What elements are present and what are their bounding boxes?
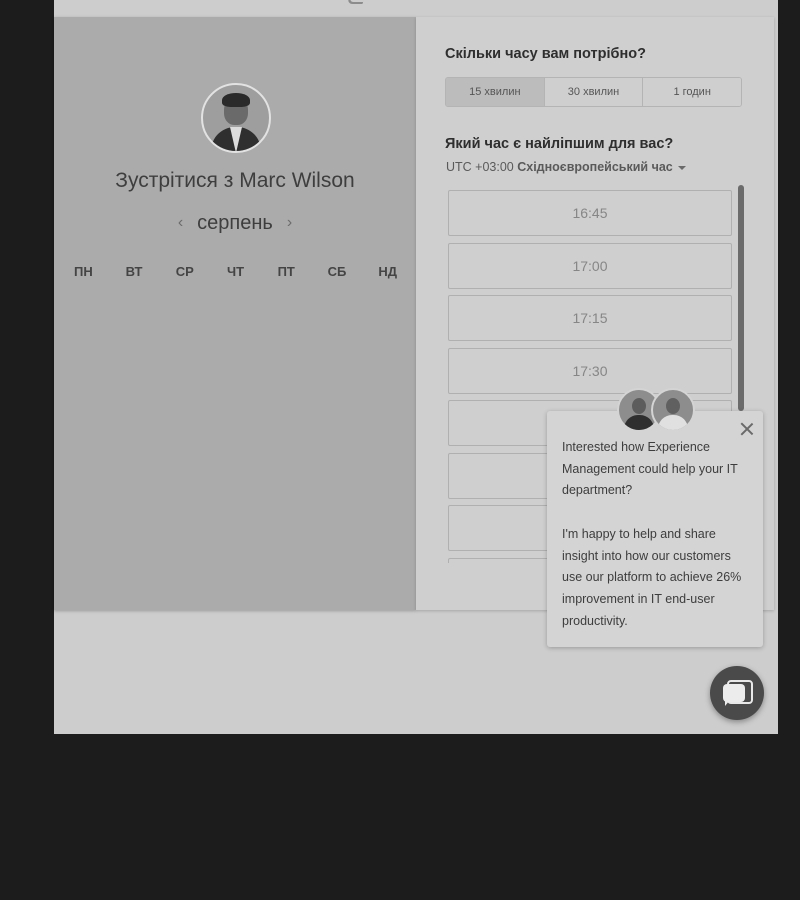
time-slot[interactable]: 17:00 (448, 243, 732, 289)
weekday-thu: ЧТ (226, 264, 245, 279)
chat-agent-avatars (617, 388, 697, 434)
weekday-fri: ПТ (277, 264, 295, 279)
time-question: Який час є найліпшим для вас? (445, 136, 674, 152)
timezone-offset: UTC +03:00 (446, 160, 514, 174)
host-panel: Зустрітися з Marc Wilson ‹ серпень › ПН … (54, 17, 416, 610)
chevron-left-icon[interactable]: ‹ (178, 214, 183, 232)
agent-avatar (651, 388, 695, 432)
duration-option-15[interactable]: 15 хвилин (446, 78, 545, 106)
chat-launcher-button[interactable] (710, 666, 764, 720)
meeting-title: Зустрітися з Marc Wilson (115, 169, 355, 192)
chat-message: Interested how Experience Management cou… (562, 437, 754, 632)
timezone-name: Східноєвропейський час (517, 160, 673, 174)
duration-option-30[interactable]: 30 хвилин (544, 78, 644, 106)
weekday-header: ПН ВТ СР ЧТ ПТ СБ НД (58, 264, 413, 279)
chat-popup: Interested how Experience Management cou… (547, 388, 763, 647)
month-navigation: ‹ серпень › (54, 210, 416, 236)
duration-selector: 15 хвилин 30 хвилин 1 годин (445, 77, 742, 107)
host-avatar (201, 83, 271, 153)
timezone-select[interactable]: UTC +03:00 Східноєвропейський час (446, 160, 686, 174)
month-label: серпень (197, 211, 273, 234)
time-slot[interactable]: 17:15 (448, 295, 732, 341)
weekday-sun: НД (378, 264, 397, 279)
weekday-mon: ПН (73, 264, 93, 279)
close-icon[interactable] (739, 421, 755, 437)
weekday-sat: СБ (327, 264, 347, 279)
partial-icon (346, 0, 366, 4)
chat-bubble-icon-tail (725, 700, 730, 706)
duration-option-60[interactable]: 1 годин (643, 78, 741, 106)
duration-question: Скільки часу вам потрібно? (445, 46, 646, 62)
time-slot[interactable]: 16:45 (448, 190, 732, 236)
weekday-tue: ВТ (125, 264, 143, 279)
slot-scrollbar[interactable] (738, 185, 744, 411)
weekday-wed: СР (175, 264, 194, 279)
caret-down-icon (677, 165, 686, 170)
chat-message-line: I'm happy to help and share insight into… (562, 526, 742, 628)
chat-message-line: Interested how Experience Management cou… (562, 440, 738, 498)
chevron-right-icon[interactable]: › (287, 214, 292, 232)
